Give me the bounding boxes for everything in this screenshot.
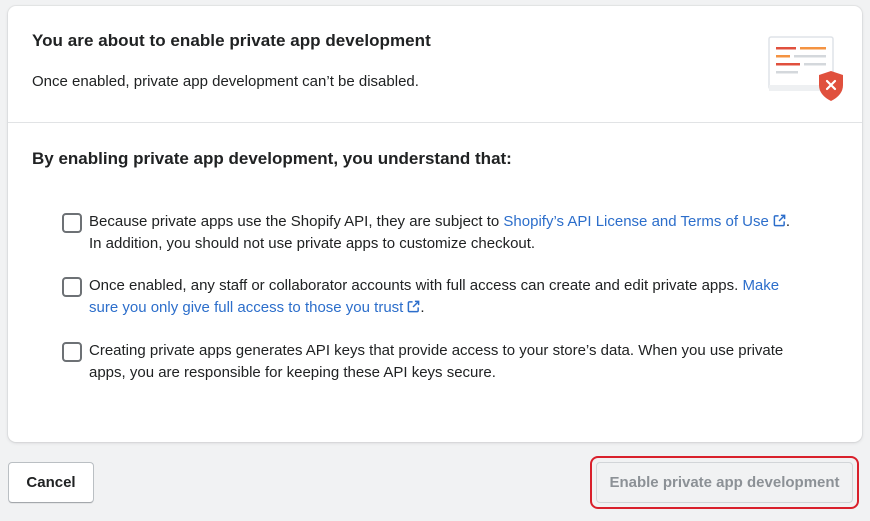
dialog-title: You are about to enable private app deve… <box>32 31 431 50</box>
item-text-before: Because private apps use the Shopify API… <box>89 213 504 230</box>
item-text-after: . <box>420 299 425 316</box>
document-warning-icon <box>768 36 843 101</box>
item-text-before: Once enabled, any staff or collaborator … <box>89 277 743 294</box>
terms-item-staff-access: Once enabled, any staff or collaborator … <box>62 275 802 319</box>
checkbox-api-license[interactable] <box>62 213 82 233</box>
cancel-button[interactable]: Cancel <box>8 462 94 503</box>
dialog-header: You are about to enable private app deve… <box>8 6 862 123</box>
item-text: Creating private apps generates API keys… <box>89 342 784 381</box>
section-title: By enabling private app development, you… <box>32 149 512 168</box>
enable-private-app-development-button[interactable]: Enable private app development <box>596 462 853 503</box>
api-license-link-label: Shopify’s API License and Terms of Use <box>503 213 769 230</box>
terms-item-api-license: Because private apps use the Shopify API… <box>62 211 802 255</box>
item-text: Once enabled, any staff or collaborator … <box>89 275 802 319</box>
external-link-icon <box>407 300 420 313</box>
terms-item-api-keys: Creating private apps generates API keys… <box>62 340 802 384</box>
checkbox-staff-access[interactable] <box>62 277 82 297</box>
checkbox-api-keys[interactable] <box>62 342 82 362</box>
external-link-icon <box>773 214 786 227</box>
api-license-link[interactable]: Shopify’s API License and Terms of Use <box>503 213 786 230</box>
dialog-subtitle: Once enabled, private app development ca… <box>32 73 419 90</box>
item-text: Because private apps use the Shopify API… <box>89 211 802 255</box>
